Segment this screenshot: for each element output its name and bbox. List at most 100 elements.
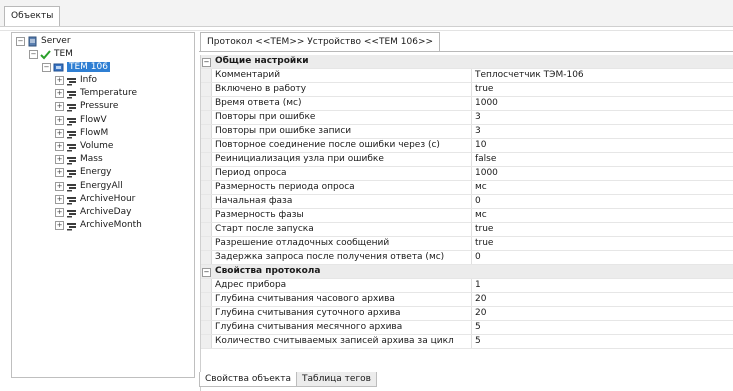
tree-node-tag[interactable]: + EnergyAll bbox=[55, 180, 123, 193]
property-value[interactable]: мс bbox=[471, 209, 733, 222]
property-value[interactable]: 10 bbox=[471, 139, 733, 152]
tree-node-tag[interactable]: + Volume bbox=[55, 140, 113, 153]
tree-label: Volume bbox=[80, 141, 114, 151]
property-value[interactable]: Теплосчетчик ТЭМ-106 bbox=[471, 69, 733, 82]
tree-node-tag[interactable]: + Pressure bbox=[55, 100, 118, 113]
property-name: Адрес прибора bbox=[215, 280, 287, 290]
tree-label: ArchiveHour bbox=[80, 193, 136, 204]
property-value[interactable]: true bbox=[471, 223, 733, 236]
property-value[interactable]: 1 bbox=[471, 279, 733, 292]
expand-icon[interactable]: + bbox=[55, 89, 64, 99]
tab-object-properties[interactable]: Свойства объекта bbox=[199, 372, 297, 387]
server-icon bbox=[27, 36, 38, 47]
property-name: Количество считываемых записей архива за… bbox=[215, 336, 454, 346]
property-value[interactable]: 0 bbox=[471, 195, 733, 208]
collapse-icon[interactable]: − bbox=[202, 58, 211, 67]
property-row[interactable]: Адрес прибора 1 bbox=[201, 279, 733, 293]
tree-label: TEM 106 bbox=[67, 62, 110, 72]
tag-icon bbox=[66, 101, 77, 112]
collapse-icon[interactable]: − bbox=[202, 268, 211, 277]
property-name: Комментарий bbox=[215, 70, 281, 80]
tab-tag-table[interactable]: Таблица тегов bbox=[296, 372, 377, 387]
expand-icon[interactable]: + bbox=[55, 102, 64, 112]
tree-label: ArchiveDay bbox=[80, 207, 132, 217]
property-category[interactable]: − Свойства протокола bbox=[201, 265, 733, 279]
tree-label: FlowM bbox=[80, 127, 109, 138]
property-row[interactable]: Глубина считывания суточного архива 20 bbox=[201, 307, 733, 321]
property-row[interactable]: Глубина считывания месячного архива 5 bbox=[201, 321, 733, 335]
category-title: Свойства протокола bbox=[215, 266, 321, 276]
object-tree[interactable]: − Server − TEM − TEM 106 + Info + Temperature +… bbox=[11, 32, 195, 378]
property-value[interactable]: 0 bbox=[471, 251, 733, 264]
divider bbox=[0, 30, 733, 31]
property-value[interactable]: true bbox=[471, 83, 733, 96]
expand-icon[interactable]: + bbox=[55, 155, 64, 165]
property-row[interactable]: Повторы при ошибке 3 bbox=[201, 111, 733, 125]
tree-node-server[interactable]: − Server bbox=[16, 35, 71, 48]
property-value[interactable]: 1000 bbox=[471, 97, 733, 110]
property-value[interactable]: true bbox=[471, 237, 733, 250]
property-row[interactable]: Комментарий Теплосчетчик ТЭМ-106 bbox=[201, 69, 733, 83]
tree-label: Mass bbox=[80, 154, 103, 165]
tree-label: ArchiveMonth bbox=[80, 220, 142, 231]
expand-icon[interactable]: + bbox=[55, 208, 64, 217]
property-row[interactable]: Начальная фаза 0 bbox=[201, 195, 733, 209]
expand-icon[interactable]: + bbox=[55, 168, 64, 178]
property-row[interactable]: Задержка запроса после получения ответа … bbox=[201, 251, 733, 265]
expand-icon[interactable]: + bbox=[55, 221, 64, 231]
collapse-icon[interactable]: − bbox=[42, 63, 51, 72]
tag-icon bbox=[66, 88, 77, 99]
property-row[interactable]: Повторы при ошибке записи 3 bbox=[201, 125, 733, 139]
property-value[interactable]: false bbox=[471, 153, 733, 166]
tree-node-tag[interactable]: + ArchiveHour bbox=[55, 193, 135, 206]
expand-icon[interactable]: + bbox=[55, 115, 64, 125]
property-name: Повторы при ошибке bbox=[215, 112, 316, 122]
collapse-icon[interactable]: − bbox=[16, 37, 25, 46]
tree-node-tag[interactable]: + ArchiveMonth bbox=[55, 219, 142, 232]
tree-label: Server bbox=[41, 36, 71, 46]
expand-icon[interactable]: + bbox=[55, 181, 64, 191]
objects-tab[interactable]: Объекты bbox=[4, 6, 61, 26]
tree-node-tag[interactable]: + Energy bbox=[55, 166, 112, 179]
tag-icon bbox=[66, 75, 77, 86]
property-name: Старт после запуска bbox=[215, 224, 314, 234]
property-grid[interactable]: − Общие настройки Комментарий Теплосчетчик … bbox=[200, 55, 733, 391]
tree-node-tag[interactable]: + Info bbox=[55, 74, 97, 87]
expand-icon[interactable]: + bbox=[55, 194, 64, 204]
property-value[interactable]: 20 bbox=[471, 307, 733, 320]
property-value[interactable]: 5 bbox=[471, 321, 733, 334]
tree-node-tag[interactable]: + FlowM bbox=[55, 127, 108, 140]
tree-node-tag[interactable]: + Temperature bbox=[55, 87, 137, 100]
tree-node-tag[interactable]: + ArchiveDay bbox=[55, 206, 131, 219]
collapse-icon[interactable]: − bbox=[29, 50, 38, 59]
property-row[interactable]: Старт после запуска true bbox=[201, 223, 733, 237]
tree-node-tag[interactable]: + Mass bbox=[55, 153, 103, 166]
property-row[interactable]: Время ответа (мс) 1000 bbox=[201, 97, 733, 111]
property-value[interactable]: 20 bbox=[471, 293, 733, 306]
property-value[interactable]: мс bbox=[471, 181, 733, 194]
tab-divider bbox=[199, 51, 733, 52]
property-value[interactable]: 3 bbox=[471, 111, 733, 124]
expand-icon[interactable]: + bbox=[55, 76, 64, 85]
property-value[interactable]: 3 bbox=[471, 125, 733, 138]
property-row[interactable]: Количество считываемых записей архива за… bbox=[201, 335, 733, 349]
property-row[interactable]: Размерность периода опроса мс bbox=[201, 181, 733, 195]
tree-node-tem[interactable]: − TEM bbox=[29, 48, 73, 61]
property-value[interactable]: 5 bbox=[471, 335, 733, 348]
protocol-device-tab[interactable]: Протокол <<TEM>> Устройство <<TEM 106>> bbox=[200, 32, 441, 52]
property-row[interactable]: Размерность фазы мс bbox=[201, 209, 733, 223]
expand-icon[interactable]: + bbox=[55, 142, 64, 151]
property-row[interactable]: Период опроса 1000 bbox=[201, 167, 733, 181]
expand-icon[interactable]: + bbox=[55, 128, 64, 138]
property-row[interactable]: Повторное соединение после ошибки через … bbox=[201, 139, 733, 153]
property-row[interactable]: Глубина считывания часового архива 20 bbox=[201, 293, 733, 307]
tree-label: Energy bbox=[80, 167, 112, 178]
property-value[interactable]: 1000 bbox=[471, 167, 733, 180]
tree-node-tag[interactable]: + FlowV bbox=[55, 114, 107, 127]
tree-node-device[interactable]: − TEM 106 bbox=[42, 61, 110, 74]
property-category[interactable]: − Общие настройки bbox=[201, 55, 733, 69]
property-row[interactable]: Разрешение отладочных сообщений true bbox=[201, 237, 733, 251]
tag-icon bbox=[66, 154, 77, 165]
property-row[interactable]: Реинициализация узла при ошибке false bbox=[201, 153, 733, 167]
property-row[interactable]: Включено в работу true bbox=[201, 83, 733, 97]
